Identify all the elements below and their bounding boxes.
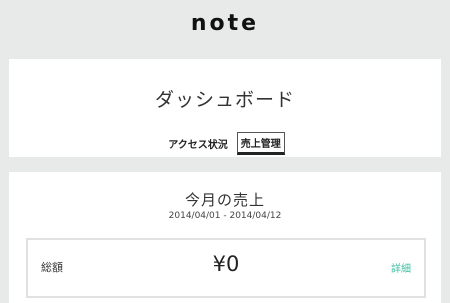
- note-logo[interactable]: note: [191, 11, 259, 36]
- dashboard-tabs: アクセス状況 売上管理: [9, 132, 441, 155]
- dashboard-card: ダッシュボード アクセス状況 売上管理: [9, 59, 441, 157]
- app-header: note: [0, 0, 450, 48]
- monthly-sales-title: 今月の売上: [184, 191, 265, 209]
- sales-date-range: 2014/04/01 - 2014/04/12: [168, 211, 282, 221]
- sales-total-box: 総額 ¥0 詳細: [26, 238, 426, 298]
- page-title: ダッシュボード: [154, 89, 295, 111]
- tab-access-status[interactable]: アクセス状況: [165, 133, 231, 155]
- monthly-sales-card: 今月の売上 2014/04/01 - 2014/04/12 総額 ¥0 詳細: [9, 172, 441, 303]
- details-link[interactable]: 詳細: [391, 260, 411, 275]
- tab-sales-management[interactable]: 売上管理: [236, 132, 285, 155]
- total-amount: ¥0: [212, 252, 240, 276]
